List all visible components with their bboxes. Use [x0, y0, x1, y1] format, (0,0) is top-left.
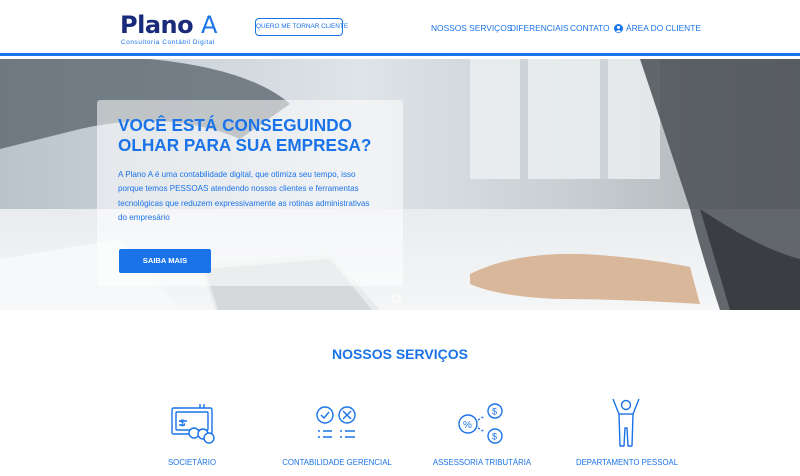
- person-arms-up-icon: [612, 398, 640, 447]
- nav-area-do-cliente[interactable]: ÁREA DO CLIENTE: [614, 22, 701, 34]
- site-header: Plano A Consultoria Contábil Digital QUE…: [0, 0, 800, 56]
- logo-accent-text: A: [200, 11, 217, 39]
- nav-nossos-servicos[interactable]: NOSSOS SERVIÇOS: [431, 22, 512, 34]
- svg-text:$: $: [492, 432, 497, 442]
- user-circle-icon: [614, 23, 623, 33]
- service-label-assessoria-tributaria: ASSESSORIA TRIBUTÁRIA: [432, 458, 532, 467]
- nav-area-do-cliente-label: ÁREA DO CLIENTE: [626, 23, 701, 33]
- hero-description: A Plano A é uma contabilidade digital, q…: [118, 170, 370, 223]
- svg-text:%: %: [463, 420, 472, 431]
- logo-wordmark: Plano A: [120, 12, 217, 38]
- hero-title: VOCÊ ESTÁ CONSEGUINDO OLHAR PARA SUA EMP…: [118, 115, 372, 155]
- service-label-societario: SOCIETÁRIO: [167, 458, 217, 467]
- service-label-contabilidade-gerencial: CONTABILIDADE GERENCIAL: [282, 458, 392, 467]
- saiba-mais-button[interactable]: SAIBA MAIS: [119, 249, 211, 273]
- nav-contato[interactable]: CONTATO: [570, 22, 610, 34]
- certificate-money-icon: $: [171, 404, 215, 444]
- tax-percent-icon: % $ $: [458, 403, 503, 444]
- checklist-icon: [316, 406, 356, 438]
- service-label-departamento-pessoal: DEPARTAMENTO PESSOAL: [575, 458, 679, 467]
- logo-tagline: Consultoria Contábil Digital: [121, 39, 215, 46]
- svg-text:$: $: [180, 418, 185, 428]
- logo-main-text: Plano: [120, 11, 194, 39]
- logo[interactable]: Plano A Consultoria Contábil Digital: [120, 12, 220, 46]
- nav-diferenciais[interactable]: DIFERENCIAIS: [510, 22, 569, 34]
- svg-text:$: $: [492, 407, 497, 417]
- become-client-button[interactable]: QUERO ME TORNAR CLIENTE: [255, 18, 348, 36]
- services-section-title: NOSSOS SERVIÇOS: [332, 346, 468, 362]
- hero-banner: VOCÊ ESTÁ CONSEGUINDO OLHAR PARA SUA EMP…: [0, 59, 800, 310]
- slider-dot[interactable]: [392, 294, 401, 303]
